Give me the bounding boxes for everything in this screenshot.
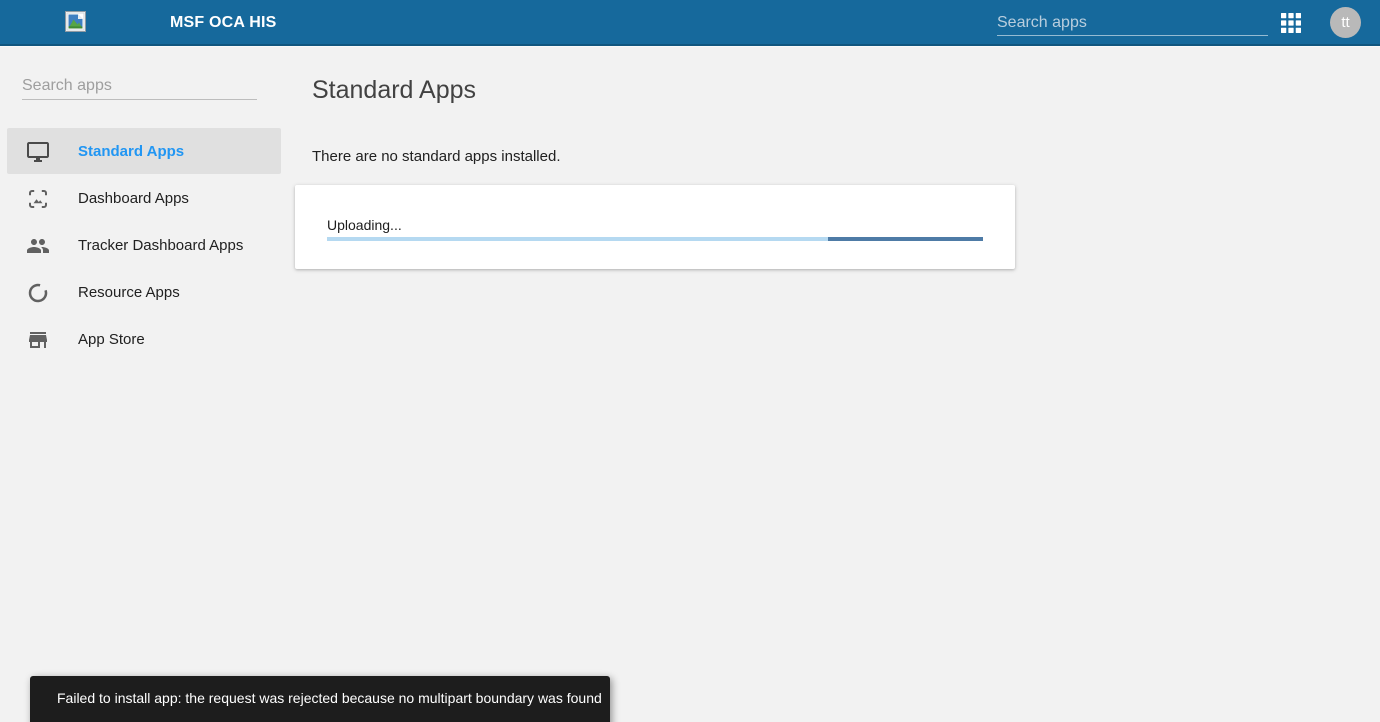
- sidebar-item-standard-apps[interactable]: Standard Apps: [0, 128, 288, 175]
- empty-state-message: There are no standard apps installed.: [312, 148, 561, 165]
- store-icon: [26, 328, 50, 352]
- sidebar-item-label: Dashboard Apps: [78, 190, 189, 207]
- page-title: Standard Apps: [312, 76, 476, 105]
- sidebar-item-label: Standard Apps: [78, 143, 184, 160]
- desktop-icon: [26, 140, 50, 164]
- sidebar-item-label: Tracker Dashboard Apps: [78, 237, 243, 254]
- upload-card: Uploading...: [295, 185, 1015, 269]
- loop-circle-icon: [26, 281, 50, 305]
- app-title: MSF OCA HIS: [170, 14, 277, 32]
- upload-progress-track: [327, 237, 983, 241]
- broken-image-logo-icon[interactable]: [65, 11, 86, 32]
- dashboard-image-icon: [26, 187, 50, 211]
- upload-status-label: Uploading...: [327, 217, 983, 233]
- header-search-input[interactable]: [997, 10, 1268, 36]
- sidebar-item-label: Resource Apps: [78, 284, 180, 301]
- sidebar-item-label: App Store: [78, 331, 145, 348]
- sidebar-item-tracker-dashboard-apps[interactable]: Tracker Dashboard Apps: [0, 222, 288, 269]
- upload-progress-indicator: [828, 237, 983, 241]
- people-icon: [26, 234, 50, 258]
- sidebar-menu: Standard Apps Dashboard Apps: [0, 128, 288, 363]
- app-header: MSF OCA HIS tt: [0, 0, 1380, 46]
- sidebar-item-app-store[interactable]: App Store: [0, 316, 288, 363]
- apps-grid-icon[interactable]: [1281, 13, 1301, 33]
- user-avatar[interactable]: tt: [1330, 7, 1361, 38]
- snackbar-message: Failed to install app: the request was r…: [57, 690, 602, 706]
- sidebar-item-resource-apps[interactable]: Resource Apps: [0, 269, 288, 316]
- main-content: Standard Apps There are no standard apps…: [288, 46, 1380, 722]
- snackbar: Failed to install app: the request was r…: [30, 676, 610, 722]
- sidebar-item-dashboard-apps[interactable]: Dashboard Apps: [0, 175, 288, 222]
- sidebar-search-input[interactable]: [22, 72, 257, 100]
